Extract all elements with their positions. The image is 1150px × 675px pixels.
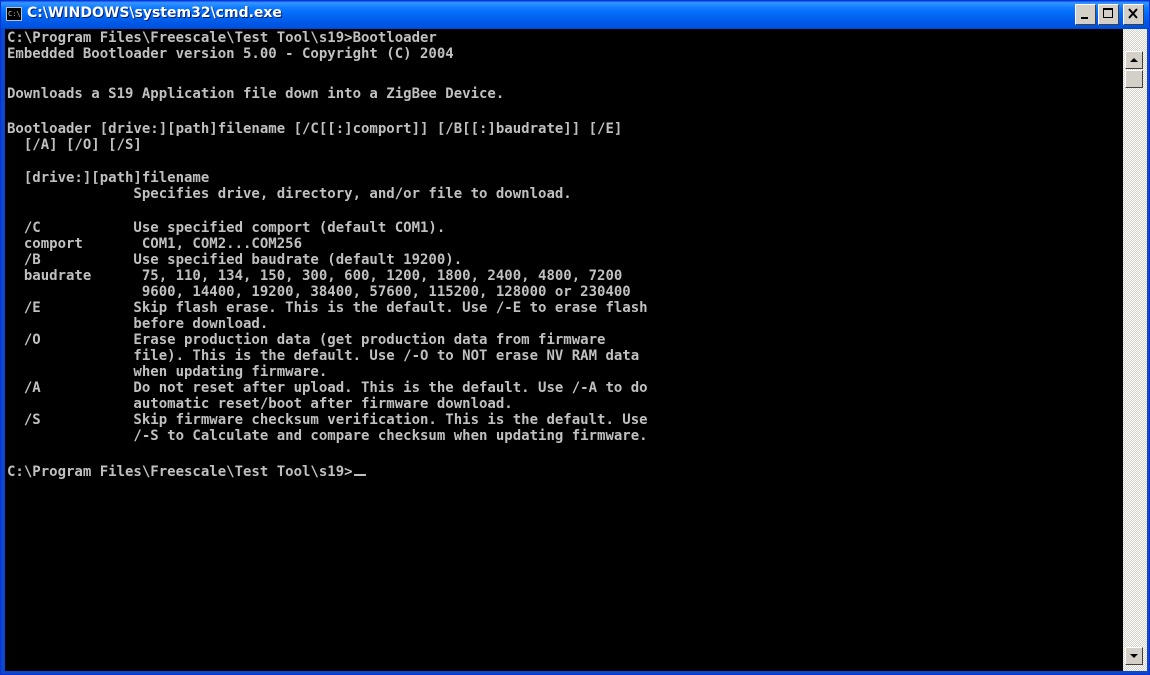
arrow-up-icon xyxy=(1130,58,1138,62)
window-title: C:\WINDOWS\system32\cmd.exe xyxy=(27,5,282,21)
console-line: /-S to Calculate and compare checksum wh… xyxy=(7,428,648,444)
prompt-text: C:\Program Files\Freescale\Test Tool\s19… xyxy=(7,464,353,480)
console-line: Downloads a S19 Application file down in… xyxy=(7,86,505,102)
console-line: Specifies drive, directory, and/or file … xyxy=(7,186,572,202)
console-line: /O Erase production data (get production… xyxy=(7,332,606,348)
minimize-button[interactable] xyxy=(1075,4,1096,25)
console-line: 9600, 14400, 19200, 38400, 57600, 115200… xyxy=(7,284,631,300)
prompt-line[interactable]: C:\Program Files\Freescale\Test Tool\s19… xyxy=(7,464,366,480)
console-icon[interactable]: C:\ xyxy=(6,7,22,21)
console-line: automatic reset/boot after firmware down… xyxy=(7,396,513,412)
close-button[interactable] xyxy=(1123,4,1144,25)
scroll-thumb[interactable] xyxy=(1125,70,1143,88)
cmd-window: C:\ C:\WINDOWS\system32\cmd.exe C:\Progr… xyxy=(0,0,1150,675)
vertical-scrollbar[interactable] xyxy=(1123,29,1147,671)
console-line: comport COM1, COM2...COM256 xyxy=(7,236,303,252)
console-line: /E Skip flash erase. This is the default… xyxy=(7,300,648,316)
console-line: [drive:][path]filename xyxy=(7,170,210,186)
scroll-up-button[interactable] xyxy=(1125,51,1143,69)
maximize-icon xyxy=(1103,8,1113,18)
scroll-down-button[interactable] xyxy=(1125,647,1143,665)
console-output[interactable]: C:\Program Files\Freescale\Test Tool\s19… xyxy=(5,29,1123,671)
console-line: /S Skip firmware checksum verification. … xyxy=(7,412,648,428)
console-line: Bootloader [drive:][path]filename [/C[[:… xyxy=(7,121,623,137)
close-icon xyxy=(1128,8,1138,19)
minimize-icon xyxy=(1081,17,1088,19)
title-bar[interactable]: C:\ C:\WINDOWS\system32\cmd.exe xyxy=(1,1,1149,29)
console-line: file). This is the default. Use /-O to N… xyxy=(7,348,640,364)
console-line: /B Use specified baudrate (default 19200… xyxy=(7,252,463,268)
arrow-down-icon xyxy=(1130,654,1138,658)
console-line: C:\Program Files\Freescale\Test Tool\s19… xyxy=(7,30,437,46)
console-line: /A Do not reset after upload. This is th… xyxy=(7,380,648,396)
maximize-button[interactable] xyxy=(1098,4,1119,25)
console-line: [/A] [/O] [/S] xyxy=(7,137,142,153)
console-line: before download. xyxy=(7,316,269,332)
text-cursor xyxy=(353,474,366,476)
console-line: baudrate 75, 110, 134, 150, 300, 600, 12… xyxy=(7,268,623,284)
console-line: Embedded Bootloader version 5.00 - Copyr… xyxy=(7,46,454,62)
console-line: /C Use specified comport (default COM1). xyxy=(7,220,446,236)
console-line: when updating firmware. xyxy=(7,364,328,380)
